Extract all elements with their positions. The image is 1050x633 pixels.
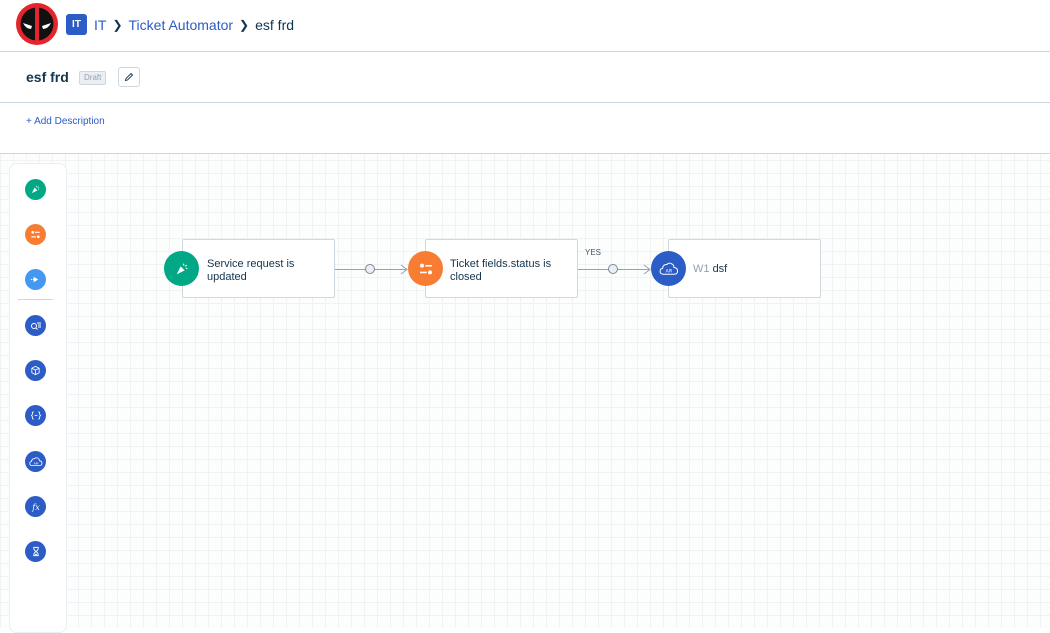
node-palette: API fx <box>9 163 67 633</box>
cube-icon <box>31 365 40 376</box>
hourglass-icon <box>32 546 39 557</box>
palette-timer[interactable] <box>25 541 46 562</box>
palette-action[interactable] <box>25 269 46 290</box>
api-cloud-icon: API <box>659 262 678 275</box>
connector-handle[interactable] <box>608 264 618 274</box>
avatar-logo-icon[interactable] <box>15 2 59 46</box>
node-prefix: W1 <box>693 263 710 275</box>
chevron-right-icon: ❯ <box>239 17 250 32</box>
palette-event-trigger[interactable] <box>25 179 46 200</box>
flow-node-web-request[interactable]: W1 dsf <box>668 239 821 298</box>
node-web-request-text: W1 dsf <box>693 263 813 276</box>
palette-app[interactable] <box>25 360 46 381</box>
cursor-click-icon <box>176 262 187 274</box>
arrow-right-icon <box>30 276 39 283</box>
svg-text:API: API <box>665 269 672 275</box>
svg-text:fx: fx <box>31 503 40 512</box>
breadcrumb-ticket-automator[interactable]: Ticket Automator <box>129 17 234 33</box>
top-bar: IT IT ❯ Ticket Automator ❯ esf frd <box>0 0 1050 52</box>
sliders-icon <box>419 263 432 274</box>
node-label: dsf <box>712 263 728 275</box>
palette-query[interactable] <box>25 315 46 336</box>
branch-label-yes: YES <box>585 248 602 257</box>
search-list-icon <box>30 322 41 330</box>
node-trigger-text: Service request is updated <box>207 258 295 283</box>
pencil-icon <box>124 72 134 82</box>
palette-condition[interactable] <box>25 224 46 245</box>
sliders-icon <box>31 230 40 239</box>
breadcrumb: IT IT ❯ Ticket Automator ❯ esf frd <box>66 14 294 35</box>
braces-icon <box>30 411 41 420</box>
add-description-link[interactable]: + Add Description <box>26 116 105 127</box>
status-badge: Draft <box>79 71 107 85</box>
workspace-badge[interactable]: IT <box>66 14 87 35</box>
fx-icon: fx <box>31 503 40 512</box>
title-bar: esf frd Draft <box>0 52 1050 103</box>
node-condition-badge <box>408 251 443 286</box>
flow-node-trigger[interactable]: Service request is updated <box>182 239 335 298</box>
palette-json-parser[interactable] <box>25 405 46 426</box>
page-title: esf frd <box>26 69 69 85</box>
breadcrumb-it[interactable]: IT <box>94 17 106 33</box>
flow-node-condition[interactable]: Ticket fields.status is closed <box>425 239 578 298</box>
node-condition-text: Ticket fields.status is closed <box>450 258 552 283</box>
palette-expression[interactable]: fx <box>25 496 46 517</box>
workflow-canvas[interactable]: API fx Service request is updated Ticket… <box>0 154 1050 633</box>
connector-handle[interactable] <box>365 264 375 274</box>
svg-text:API: API <box>33 461 38 465</box>
api-cloud-icon: API <box>28 457 42 466</box>
description-bar: + Add Description <box>0 103 1050 154</box>
node-web-request-badge: API <box>651 251 686 286</box>
palette-web-request[interactable]: API <box>25 451 46 472</box>
breadcrumb-current: esf frd <box>255 16 295 33</box>
node-trigger-badge <box>164 251 199 286</box>
chevron-right-icon: ❯ <box>112 17 123 32</box>
edit-title-button[interactable] <box>118 67 140 87</box>
palette-divider <box>18 299 53 300</box>
cursor-click-icon <box>31 185 40 194</box>
